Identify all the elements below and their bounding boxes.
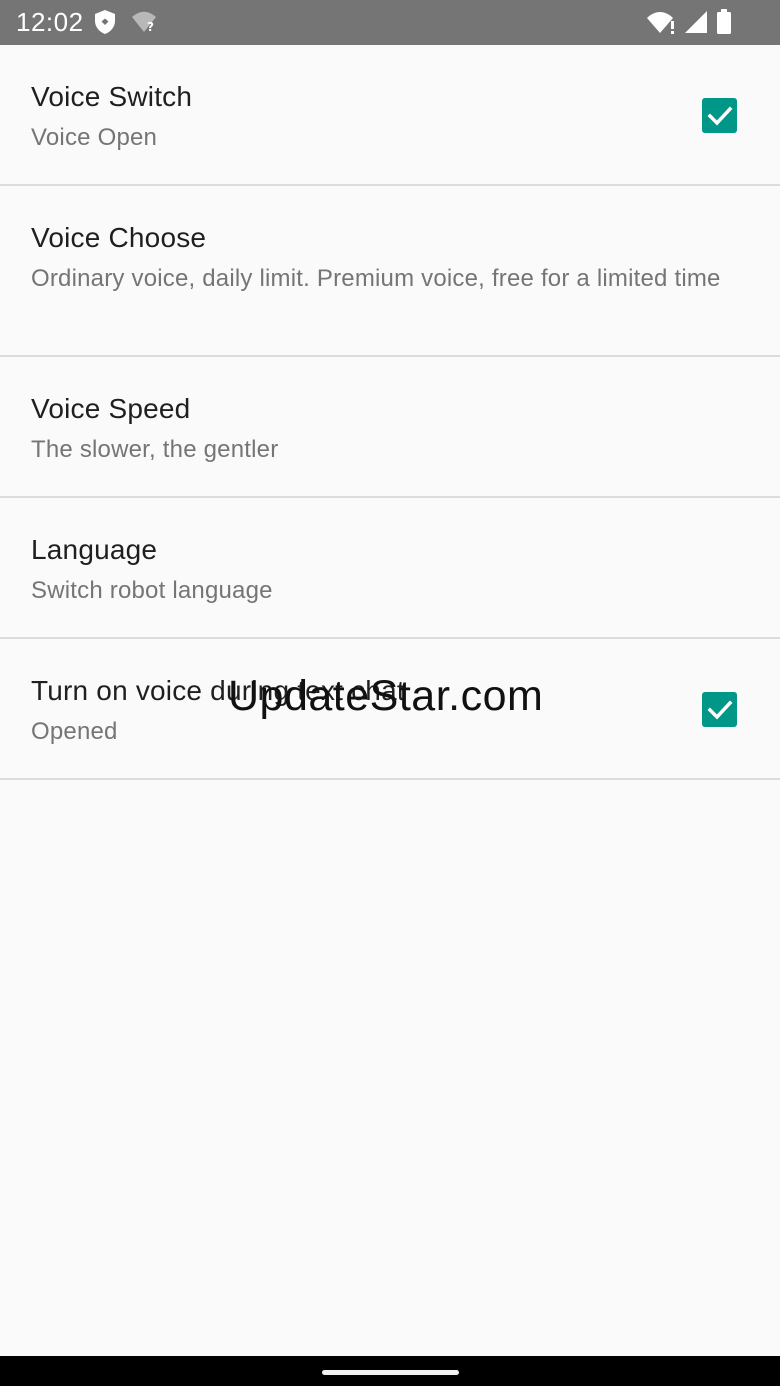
signal-icon [684, 10, 708, 39]
setting-summary: Ordinary voice, daily limit. Premium voi… [31, 265, 721, 292]
svg-text:?: ? [147, 20, 154, 34]
setting-title: Turn on voice during text chat [31, 675, 405, 706]
status-time: 12:02 [16, 7, 84, 37]
checkmark-icon [707, 106, 732, 126]
setting-summary: Voice Open [31, 124, 158, 151]
wifi-alert-icon [646, 10, 676, 39]
setting-voice-choose[interactable]: Voice Choose Ordinary voice, daily limit… [0, 186, 780, 357]
setting-summary: Switch robot language [31, 577, 273, 604]
setting-voice-speed[interactable]: Voice Speed The slower, the gentler [0, 357, 780, 498]
home-gesture-handle[interactable] [322, 1370, 459, 1375]
setting-title: Voice Speed [31, 393, 191, 424]
shield-icon [94, 9, 116, 40]
voice-switch-checkbox[interactable] [702, 98, 737, 133]
setting-voice-switch[interactable]: Voice Switch Voice Open [0, 45, 780, 186]
checkmark-icon [707, 700, 732, 720]
setting-summary: The slower, the gentler [31, 436, 279, 463]
setting-title: Voice Choose [31, 222, 207, 253]
status-left-icons: ? [94, 9, 158, 40]
navigation-bar [0, 1356, 780, 1386]
status-bar: 12:02 ? [0, 0, 780, 45]
voice-during-text-chat-checkbox[interactable] [702, 692, 737, 727]
setting-title: Voice Switch [31, 81, 193, 112]
status-right-icons [646, 9, 732, 40]
setting-language[interactable]: Language Switch robot language [0, 498, 780, 639]
setting-title: Language [31, 534, 158, 565]
settings-list: Voice Switch Voice Open Voice Choose Ord… [0, 45, 780, 780]
setting-voice-during-text-chat[interactable]: Turn on voice during text chat Opened [0, 639, 780, 780]
battery-icon [716, 9, 732, 40]
wifi-unknown-icon: ? [130, 10, 158, 39]
setting-summary: Opened [31, 718, 118, 745]
